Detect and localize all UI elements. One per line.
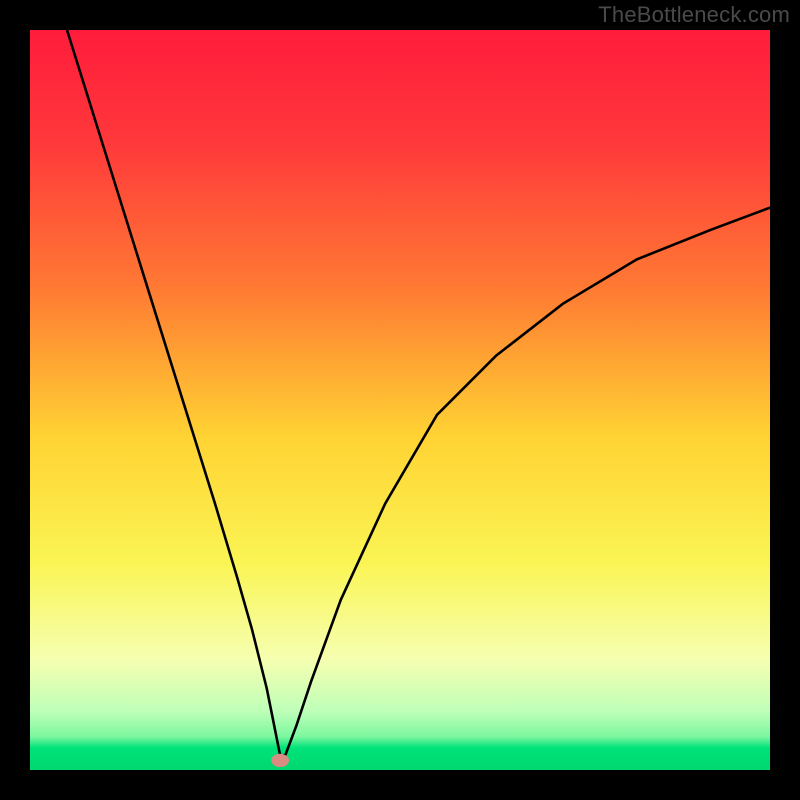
bottleneck-chart <box>0 0 800 800</box>
plot-background <box>30 30 770 770</box>
watermark-text: TheBottleneck.com <box>598 2 790 28</box>
optimum-marker <box>271 754 289 767</box>
chart-frame: TheBottleneck.com <box>0 0 800 800</box>
